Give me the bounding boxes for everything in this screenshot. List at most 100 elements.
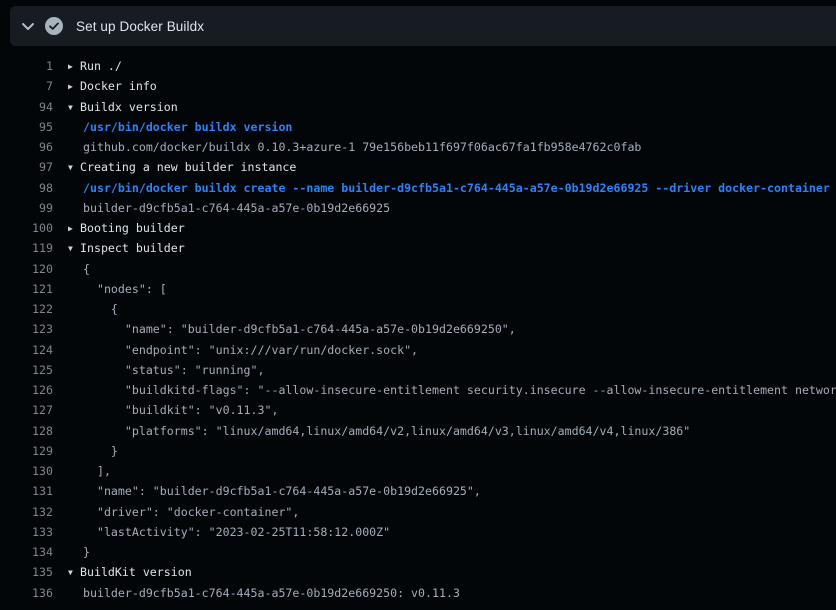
line-number[interactable]: 135	[0, 562, 53, 582]
line-number[interactable]: 136	[0, 583, 53, 603]
log-line-content: github.com/docker/buildx 0.10.3+azure-1 …	[68, 137, 641, 157]
line-number[interactable]: 95	[0, 117, 53, 137]
log-group-toggle[interactable]: ▼Inspect builder	[68, 238, 185, 258]
log-line-text: "platforms": "linux/amd64,linux/amd64/v2…	[83, 424, 690, 438]
log-row: 96 github.com/docker/buildx 0.10.3+azure…	[0, 137, 836, 157]
log-line-text: "buildkit": "v0.11.3",	[83, 403, 278, 417]
log-row: 129 }	[0, 441, 836, 461]
log-line-content: {	[68, 259, 90, 279]
log-line-content: builder-d9cfb5a1-c764-445a-a57e-0b19d2e6…	[68, 198, 390, 218]
line-number[interactable]: 98	[0, 178, 53, 198]
line-number[interactable]: 120	[0, 259, 53, 279]
line-number[interactable]: 1	[0, 56, 53, 76]
log-row: 130 ],	[0, 461, 836, 481]
line-number[interactable]: 100	[0, 218, 53, 238]
line-number[interactable]: 131	[0, 481, 53, 501]
log-line-text: {	[83, 302, 118, 316]
log-row: 126 "buildkitd-flags": "--allow-insecure…	[0, 380, 836, 400]
log-line-text: builder-d9cfb5a1-c764-445a-a57e-0b19d2e6…	[83, 586, 460, 600]
line-number[interactable]: 125	[0, 360, 53, 380]
log-line-content: "endpoint": "unix:///var/run/docker.sock…	[68, 340, 418, 360]
line-number[interactable]: 7	[0, 76, 53, 96]
line-number[interactable]: 99	[0, 198, 53, 218]
line-number[interactable]: 121	[0, 279, 53, 299]
log-line-content: builder-d9cfb5a1-c764-445a-a57e-0b19d2e6…	[68, 583, 460, 603]
log-group-toggle[interactable]: ▼BuildKit version	[68, 562, 192, 582]
log-row: 119 ▼Inspect builder	[0, 238, 836, 258]
log-line-content: "buildkitd-flags": "--allow-insecure-ent…	[68, 380, 836, 400]
log-line-text: }	[83, 444, 118, 458]
log-row: 134 }	[0, 542, 836, 562]
log-line-text: github.com/docker/buildx 0.10.3+azure-1 …	[83, 140, 641, 154]
chevron-down-icon[interactable]	[21, 22, 35, 31]
log-row: 99 builder-d9cfb5a1-c764-445a-a57e-0b19d…	[0, 198, 836, 218]
log-row: 1 ▶Run ./	[0, 56, 836, 76]
log-row: 135 ▼BuildKit version	[0, 562, 836, 582]
log-row: 128 "platforms": "linux/amd64,linux/amd6…	[0, 421, 836, 441]
log-row: 136 builder-d9cfb5a1-c764-445a-a57e-0b19…	[0, 583, 836, 603]
line-number[interactable]: 127	[0, 400, 53, 420]
log-row: 133 "lastActivity": "2023-02-25T11:58:12…	[0, 522, 836, 542]
log-group-toggle[interactable]: ▶Docker info	[68, 76, 157, 96]
log-line-text: "driver": "docker-container",	[83, 505, 299, 519]
log-line-content: "nodes": [	[68, 279, 167, 299]
line-number[interactable]: 94	[0, 97, 53, 117]
step-title: Set up Docker Buildx	[76, 19, 204, 34]
log-line-text: "nodes": [	[83, 282, 167, 296]
log-row: 124 "endpoint": "unix:///var/run/docker.…	[0, 340, 836, 360]
log-line-text: ],	[83, 464, 111, 478]
log-line-content: "platforms": "linux/amd64,linux/amd64/v2…	[68, 421, 690, 441]
line-number[interactable]: 133	[0, 522, 53, 542]
log-line-content: /usr/bin/docker buildx version	[68, 117, 292, 137]
line-number[interactable]: 126	[0, 380, 53, 400]
log-row: 7 ▶Docker info	[0, 76, 836, 96]
log-line-text: "buildkitd-flags": "--allow-insecure-ent…	[83, 383, 836, 397]
log-line-content: "status": "running",	[68, 360, 264, 380]
expand-arrow-icon: ▼	[68, 98, 80, 118]
log-row: 125 "status": "running",	[0, 360, 836, 380]
log-line-text: }	[83, 545, 90, 559]
line-number[interactable]: 128	[0, 421, 53, 441]
line-number[interactable]: 129	[0, 441, 53, 461]
log-row: 131 "name": "builder-d9cfb5a1-c764-445a-…	[0, 481, 836, 501]
log-group-toggle[interactable]: ▼Creating a new builder instance	[68, 157, 296, 177]
log-row: 98 /usr/bin/docker buildx create --name …	[0, 178, 836, 198]
log-line-text: "name": "builder-d9cfb5a1-c764-445a-a57e…	[83, 484, 481, 498]
log-line-content: }	[68, 441, 118, 461]
log-row: 122 {	[0, 299, 836, 319]
line-number[interactable]: 97	[0, 157, 53, 177]
line-number[interactable]: 132	[0, 502, 53, 522]
expand-arrow-icon: ▶	[68, 57, 80, 77]
line-number[interactable]: 96	[0, 137, 53, 157]
log-line-content: ],	[68, 461, 111, 481]
expand-arrow-icon: ▼	[68, 563, 80, 583]
log-line-content: {	[68, 299, 118, 319]
log-line-text: Docker info	[80, 79, 157, 93]
log-row: 94 ▼Buildx version	[0, 97, 836, 117]
log-row: 132 "driver": "docker-container",	[0, 502, 836, 522]
line-number[interactable]: 124	[0, 340, 53, 360]
log-line-content: "lastActivity": "2023-02-25T11:58:12.000…	[68, 522, 390, 542]
log-line-text: Run ./	[80, 59, 122, 73]
log-line-text: "endpoint": "unix:///var/run/docker.sock…	[83, 343, 418, 357]
log-line-text: "name": "builder-d9cfb5a1-c764-445a-a57e…	[83, 322, 516, 336]
expand-arrow-icon: ▼	[68, 239, 80, 259]
log-line-content: /usr/bin/docker buildx create --name bui…	[68, 178, 830, 198]
log-row: 120 {	[0, 259, 836, 279]
log-group-toggle[interactable]: ▶Run ./	[68, 56, 122, 76]
log-line-text: Buildx version	[80, 100, 178, 114]
log-line-text: Creating a new builder instance	[80, 160, 296, 174]
line-number[interactable]: 134	[0, 542, 53, 562]
log-group-toggle[interactable]: ▶Booting builder	[68, 218, 185, 238]
log-line-text: /usr/bin/docker buildx create --name bui…	[83, 181, 830, 195]
log-line-text: "lastActivity": "2023-02-25T11:58:12.000…	[83, 525, 390, 539]
log-row: 123 "name": "builder-d9cfb5a1-c764-445a-…	[0, 319, 836, 339]
line-number[interactable]: 122	[0, 299, 53, 319]
line-number[interactable]: 123	[0, 319, 53, 339]
log-row: 95 /usr/bin/docker buildx version	[0, 117, 836, 137]
log-line-content: "buildkit": "v0.11.3",	[68, 400, 278, 420]
step-header[interactable]: Set up Docker Buildx	[10, 6, 836, 46]
log-group-toggle[interactable]: ▼Buildx version	[68, 97, 178, 117]
line-number[interactable]: 119	[0, 238, 53, 258]
line-number[interactable]: 130	[0, 461, 53, 481]
